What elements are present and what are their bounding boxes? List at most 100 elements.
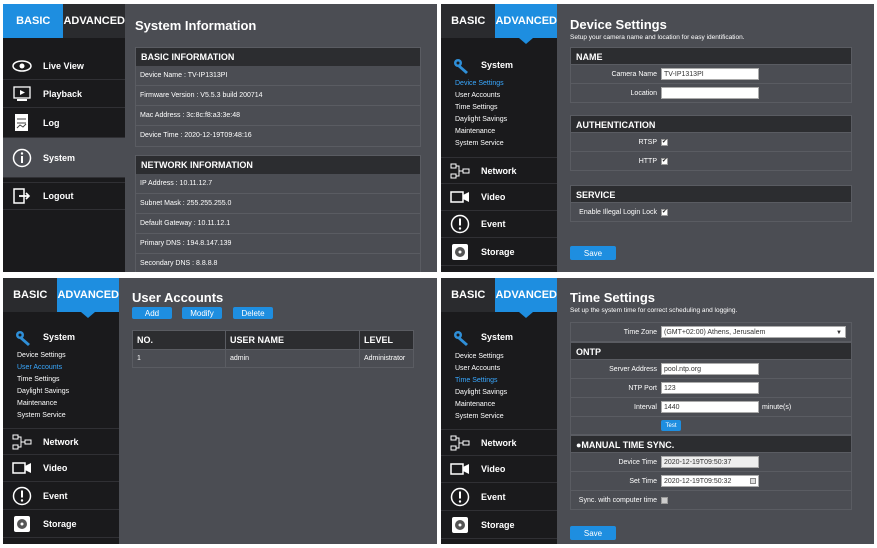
- nav-storage[interactable]: Storage: [441, 511, 557, 539]
- nav-system[interactable]: System: [441, 52, 557, 78]
- eye-icon: [11, 57, 33, 75]
- section-header: BASIC INFORMATION: [136, 48, 420, 66]
- alert-icon: [11, 486, 33, 505]
- info-row: Device Time : 2020-12-19T09:48:16: [140, 132, 252, 139]
- tab-advanced[interactable]: ADVANCED: [495, 4, 557, 44]
- http-checkbox[interactable]: ✔: [661, 157, 668, 165]
- nav-event[interactable]: Event: [3, 482, 119, 510]
- time-zone-select[interactable]: (GMT+02:00) Athens, Jerusalem ▼: [661, 326, 846, 338]
- delete-user-button[interactable]: Delete: [233, 307, 273, 319]
- logout-icon: [11, 187, 33, 205]
- server-address-label: Server Address: [609, 365, 657, 373]
- nav-storage[interactable]: Storage: [441, 238, 557, 266]
- nav-live-view[interactable]: Live View: [3, 52, 125, 80]
- tab-basic[interactable]: BASIC: [3, 4, 64, 38]
- submenu-user-accounts[interactable]: User Accounts: [3, 362, 119, 374]
- nav-storage[interactable]: Storage: [3, 510, 119, 538]
- nav-network[interactable]: Network: [441, 429, 557, 456]
- submenu-system-service[interactable]: System Service: [3, 410, 119, 422]
- tab-advanced[interactable]: ADVANCED: [57, 278, 119, 318]
- nav-logout[interactable]: Logout: [3, 182, 125, 210]
- submenu-device-settings[interactable]: Device Settings: [441, 78, 557, 90]
- submenu-device-settings[interactable]: Device Settings: [441, 351, 557, 363]
- test-row: Test: [570, 417, 852, 435]
- test-button[interactable]: Test: [661, 420, 681, 431]
- ntp-port-input[interactable]: 123: [661, 382, 759, 394]
- location-label: Location: [630, 89, 657, 97]
- manual-sync-section: ●MANUAL TIME SYNC. Device Time 2020-12-1…: [570, 435, 852, 510]
- nav-video[interactable]: Video: [441, 184, 557, 211]
- submenu-user-accounts[interactable]: User Accounts: [441, 363, 557, 375]
- advanced-sidebar: BASIC ADVANCED System Device Settings Us…: [441, 278, 557, 544]
- tab-basic[interactable]: BASIC: [3, 278, 58, 312]
- camera-name-input[interactable]: TV-IP1313PI: [661, 68, 759, 80]
- time-zone-section: Time Zone (GMT+02:00) Athens, Jerusalem …: [570, 322, 852, 342]
- section-header: NAME: [570, 47, 852, 65]
- illegal-login-checkbox[interactable]: ✔: [661, 208, 668, 216]
- ntp-port-row: NTP Port 123: [570, 379, 852, 398]
- tab-advanced[interactable]: ADVANCED: [495, 278, 557, 318]
- nav-label: Network: [43, 436, 79, 447]
- device-time-label: Device Time: [618, 458, 657, 466]
- submenu-maintenance[interactable]: Maintenance: [441, 126, 557, 138]
- camera-name-row: Camera Name TV-IP1313PI: [570, 65, 852, 84]
- nav-network[interactable]: Network: [3, 428, 119, 455]
- panel-time-settings: BASIC ADVANCED System Device Settings Us…: [441, 278, 874, 544]
- submenu-system-service[interactable]: System Service: [441, 411, 557, 423]
- section-header: ●MANUAL TIME SYNC.: [570, 435, 852, 453]
- page-title: Device Settings: [570, 17, 667, 32]
- sync-computer-checkbox[interactable]: [661, 496, 668, 504]
- table-row[interactable]: 1 admin Administrator: [133, 349, 413, 367]
- nav-label: Live View: [43, 60, 84, 71]
- nav-event[interactable]: Event: [441, 483, 557, 511]
- nav-log[interactable]: Log: [3, 108, 125, 138]
- network-icon: [449, 162, 471, 180]
- submenu-time-settings[interactable]: Time Settings: [3, 374, 119, 386]
- submenu-maintenance[interactable]: Maintenance: [441, 399, 557, 411]
- submenu-maintenance[interactable]: Maintenance: [3, 398, 119, 410]
- http-label: HTTP: [638, 157, 657, 165]
- nav-video[interactable]: Video: [441, 456, 557, 483]
- save-button[interactable]: Save: [570, 526, 616, 540]
- server-address-input[interactable]: pool.ntp.org: [661, 363, 759, 375]
- submenu-time-settings[interactable]: Time Settings: [441, 375, 557, 387]
- nav-system[interactable]: System: [3, 138, 125, 178]
- set-time-input[interactable]: 2020-12-19T09:50:32: [661, 475, 759, 487]
- location-input[interactable]: [661, 87, 759, 99]
- interval-input[interactable]: 1440: [661, 401, 759, 413]
- nav-label: Event: [481, 219, 506, 229]
- modify-user-button[interactable]: Modify: [182, 307, 222, 319]
- nav-video[interactable]: Video: [3, 455, 119, 482]
- panel-device-settings: BASIC ADVANCED System Device Settings Us…: [441, 4, 874, 272]
- submenu-daylight-savings[interactable]: Daylight Savings: [441, 114, 557, 126]
- nav-playback[interactable]: Playback: [3, 80, 125, 108]
- time-zone-label: Time Zone: [623, 328, 657, 336]
- playback-icon: [11, 85, 33, 103]
- submenu-system-service[interactable]: System Service: [441, 138, 557, 150]
- tab-advanced[interactable]: ADVANCED: [63, 4, 125, 38]
- submenu-daylight-savings[interactable]: Daylight Savings: [3, 386, 119, 398]
- nav-event[interactable]: Event: [441, 211, 557, 238]
- rtsp-label: RTSP: [638, 138, 657, 146]
- system-settings-icon: [449, 328, 471, 346]
- info-row: IP Address : 10.11.12.7: [136, 174, 420, 194]
- submenu-device-settings[interactable]: Device Settings: [3, 350, 119, 362]
- save-button[interactable]: Save: [570, 246, 616, 260]
- nav-network[interactable]: Network: [441, 157, 557, 184]
- rtsp-checkbox[interactable]: ✔: [661, 138, 668, 146]
- tab-basic[interactable]: BASIC: [441, 4, 496, 38]
- add-user-button[interactable]: Add: [132, 307, 172, 319]
- submenu-user-accounts[interactable]: User Accounts: [441, 90, 557, 102]
- storage-disk-icon: [449, 516, 471, 534]
- submenu-daylight-savings[interactable]: Daylight Savings: [441, 387, 557, 399]
- nav-label: Video: [43, 463, 68, 473]
- panel-system-information: BASIC ADVANCED Live View Playback Log Sy…: [3, 4, 437, 272]
- nav-label: Storage: [481, 246, 515, 257]
- nav-system[interactable]: System: [3, 324, 119, 350]
- submenu-time-settings[interactable]: Time Settings: [441, 102, 557, 114]
- device-settings-main: Device Settings Setup your camera name a…: [570, 17, 852, 222]
- nav-system[interactable]: System: [441, 324, 557, 350]
- chevron-down-icon: ▼: [836, 330, 842, 336]
- tab-basic[interactable]: BASIC: [441, 278, 496, 312]
- calendar-icon[interactable]: [750, 478, 756, 484]
